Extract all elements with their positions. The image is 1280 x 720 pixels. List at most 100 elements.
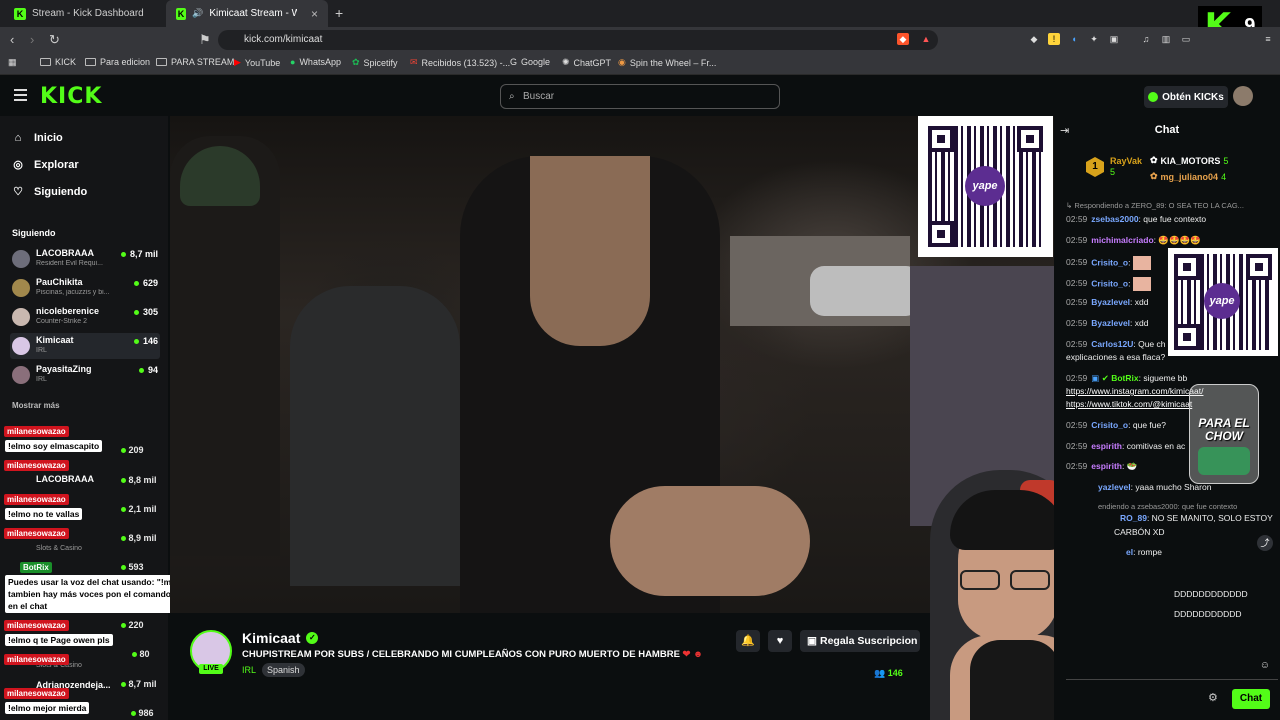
heart-icon: ♡ bbox=[13, 186, 23, 198]
bookmark-para-stream[interactable]: PARA STREAM bbox=[156, 57, 234, 67]
chat-message: 02:59 Crisito_o: que fue? bbox=[1066, 420, 1166, 430]
bookmark-icon[interactable]: ⚑ bbox=[199, 32, 211, 48]
show-more-link[interactable]: Mostrar más bbox=[12, 401, 60, 410]
close-tab-icon[interactable]: × bbox=[311, 7, 318, 21]
bookmark-spicetify[interactable]: ✿ Spicetify bbox=[352, 57, 398, 68]
gifter-name: KIA_MOTORS bbox=[1160, 155, 1221, 166]
folder-icon bbox=[85, 58, 96, 66]
compass-icon: ◎ bbox=[13, 159, 23, 171]
emoji-picker-icon[interactable]: ☺ bbox=[1260, 660, 1270, 671]
yape-logo-icon: yape bbox=[1204, 283, 1240, 319]
puzzle-icon[interactable]: ✦ bbox=[1088, 33, 1100, 45]
chat-message: 02:59 ▣ ✔ BotRix: sigueme bb bbox=[1066, 373, 1188, 383]
search-input[interactable]: ⌕ Buscar bbox=[500, 84, 780, 109]
overlay-message: !elmo soy elmascapito bbox=[5, 440, 103, 452]
extension-icon[interactable]: ! bbox=[1048, 33, 1060, 45]
audio-icon: 🔊 bbox=[192, 8, 204, 18]
verified-badge-icon: ✔ bbox=[1101, 373, 1109, 383]
chat-reply-context: ↳ Respondiendo a ZERO_89: O SEA TEO LA C… bbox=[1066, 201, 1244, 210]
folder-icon bbox=[156, 58, 167, 66]
scroll-to-bottom-icon[interactable]: ⤴ bbox=[1257, 535, 1273, 551]
chat-message-continued: DDDDDDDDDDD bbox=[1174, 609, 1242, 619]
sidebar-item-inicio[interactable]: ⌂ Inicio bbox=[12, 132, 63, 144]
channel-category: IRL bbox=[36, 376, 47, 383]
user-avatar[interactable] bbox=[1233, 86, 1253, 106]
avatar bbox=[12, 279, 30, 297]
chat-message: 02:59 Crisito_o: bbox=[1066, 277, 1151, 291]
hamburger-menu-icon[interactable] bbox=[14, 89, 27, 101]
followed-channel[interactable]: PauChikita Piscinas, jacuzzis y bi... 62… bbox=[10, 275, 160, 301]
channel-category: Resident Evil Requi... bbox=[36, 260, 103, 267]
followed-channel[interactable]: nicoleberenice Counter-Strike 2 305 bbox=[10, 304, 160, 330]
new-tab-button[interactable]: + bbox=[335, 5, 343, 21]
top-gifter[interactable]: ✿ KIA_MOTORS 5 bbox=[1150, 155, 1228, 166]
chat-link[interactable]: https://www.tiktok.com/@kimicaat bbox=[1066, 399, 1192, 409]
chat-send-button[interactable]: Chat bbox=[1232, 689, 1270, 709]
overlay-username: milanesowazao bbox=[4, 528, 69, 539]
apps-icon[interactable]: ▦ bbox=[8, 57, 17, 68]
sidebar-toggle-icon[interactable]: ▥ bbox=[1160, 33, 1172, 45]
followed-channel-selected[interactable]: Kimicaat IRL 146 bbox=[10, 333, 160, 359]
forward-icon[interactable]: › bbox=[30, 32, 34, 47]
follow-heart-button[interactable]: ♥ bbox=[768, 630, 792, 652]
bookmark-kick[interactable]: KICK bbox=[40, 57, 76, 67]
chat-message-continued: DDDDDDDDDDDD bbox=[1174, 589, 1248, 599]
bookmark-label: YouTube bbox=[244, 57, 281, 68]
nav-label: Inicio bbox=[34, 132, 63, 144]
tab-kimicaat-stream[interactable]: K 🔊 Kimicaat Stream - Watch Live × bbox=[166, 0, 328, 27]
bookmark-label: KICK bbox=[55, 57, 77, 67]
viewer-count: 8,9 mil bbox=[121, 533, 157, 543]
bookmark-para-edicion[interactable]: Para edicion bbox=[85, 57, 150, 67]
yape-qr-code: yape bbox=[918, 116, 1053, 257]
bookmark-google[interactable]: G Google bbox=[510, 57, 550, 67]
bookmark-chatgpt[interactable]: ✺ ChatGPT bbox=[562, 57, 611, 68]
top-gifter[interactable]: RayVak 5 bbox=[1110, 156, 1142, 177]
bookmark-gmail[interactable]: ✉ Recibidos (13.523) -... bbox=[410, 57, 510, 68]
menu-icon[interactable]: ≡ bbox=[1262, 33, 1274, 45]
followed-channel[interactable]: PayasitaZing IRL 94 bbox=[10, 362, 160, 388]
kick-logo[interactable]: KICK bbox=[40, 84, 102, 109]
yape-qr-code-2: yape bbox=[1168, 248, 1278, 356]
chat-message: 02:59 michimalcriado: 🤩🤩🤩🤩 bbox=[1066, 235, 1201, 245]
tab-kick-dashboard[interactable]: K Stream - Kick Dashboard bbox=[4, 0, 164, 27]
viewer-count: 220 bbox=[121, 620, 144, 630]
bookmark-label: Spin the Wheel – Fr... bbox=[629, 57, 717, 68]
channel-name-heading[interactable]: Kimicaat ✓ bbox=[242, 630, 319, 646]
extension-icon[interactable]: ◖ bbox=[1068, 33, 1080, 45]
overlay-message: !elmo no te vallas bbox=[5, 508, 83, 520]
back-icon[interactable]: ‹ bbox=[10, 32, 14, 47]
chat-message-input[interactable]: ☺ bbox=[1066, 656, 1278, 680]
sidebar-item-siguiendo[interactable]: ♡ Siguiendo bbox=[12, 185, 87, 199]
bookmark-youtube[interactable]: ▶ YouTube bbox=[234, 57, 280, 68]
google-icon: G bbox=[510, 57, 518, 67]
notification-bell-button[interactable]: 🔔 bbox=[736, 630, 760, 652]
chat-link[interactable]: https://www.instagram.com/kimicaat/ bbox=[1066, 386, 1203, 396]
channel-name: LACOBRAAA bbox=[36, 248, 94, 258]
overlay-message: !elmo mejor mierda bbox=[5, 702, 90, 714]
get-kicks-button[interactable]: Obtén KICKs bbox=[1144, 86, 1228, 108]
gifter-count: 5 bbox=[1110, 167, 1116, 177]
followed-channel[interactable]: LACOBRAAA Resident Evil Requi... 8,7 mil bbox=[10, 246, 160, 272]
reload-icon[interactable]: ↻ bbox=[49, 32, 60, 48]
language-tag[interactable]: Spanish bbox=[262, 663, 305, 677]
url-field[interactable]: kick.com/kimicaat bbox=[218, 30, 938, 50]
extension-icon[interactable]: ◆ bbox=[1028, 33, 1040, 45]
rewards-icon[interactable]: ▲ bbox=[920, 33, 932, 45]
video-scene bbox=[530, 156, 650, 346]
wallet-icon[interactable]: ▭ bbox=[1180, 33, 1192, 45]
channel-category: IRL bbox=[36, 347, 47, 354]
gift-subscription-button[interactable]: ▣ Regala Suscripcion bbox=[800, 630, 920, 652]
bookmark-whatsapp[interactable]: ● WhatsApp bbox=[290, 57, 341, 67]
extension-icon[interactable]: ▣ bbox=[1108, 33, 1120, 45]
sidebar-item-explorar[interactable]: ◎ Explorar bbox=[12, 158, 78, 172]
channel-name: PayasitaZing bbox=[36, 364, 92, 374]
chat-settings-gear-icon[interactable]: ⚙ bbox=[1208, 691, 1218, 704]
stream-category-link[interactable]: IRL bbox=[242, 665, 256, 675]
brave-shield-icon[interactable]: ◆ bbox=[897, 33, 909, 45]
bookmark-spin-wheel[interactable]: ◉ Spin the Wheel – Fr... bbox=[618, 57, 716, 68]
channel-name[interactable]: LACOBRAAA bbox=[36, 474, 94, 484]
gifter-count: 5 bbox=[1223, 155, 1229, 166]
chat-title: Chat bbox=[1154, 124, 1180, 136]
top-gifter[interactable]: ✿ mg_juliano04 4 bbox=[1150, 171, 1226, 182]
music-icon[interactable]: ♫ bbox=[1140, 33, 1152, 45]
